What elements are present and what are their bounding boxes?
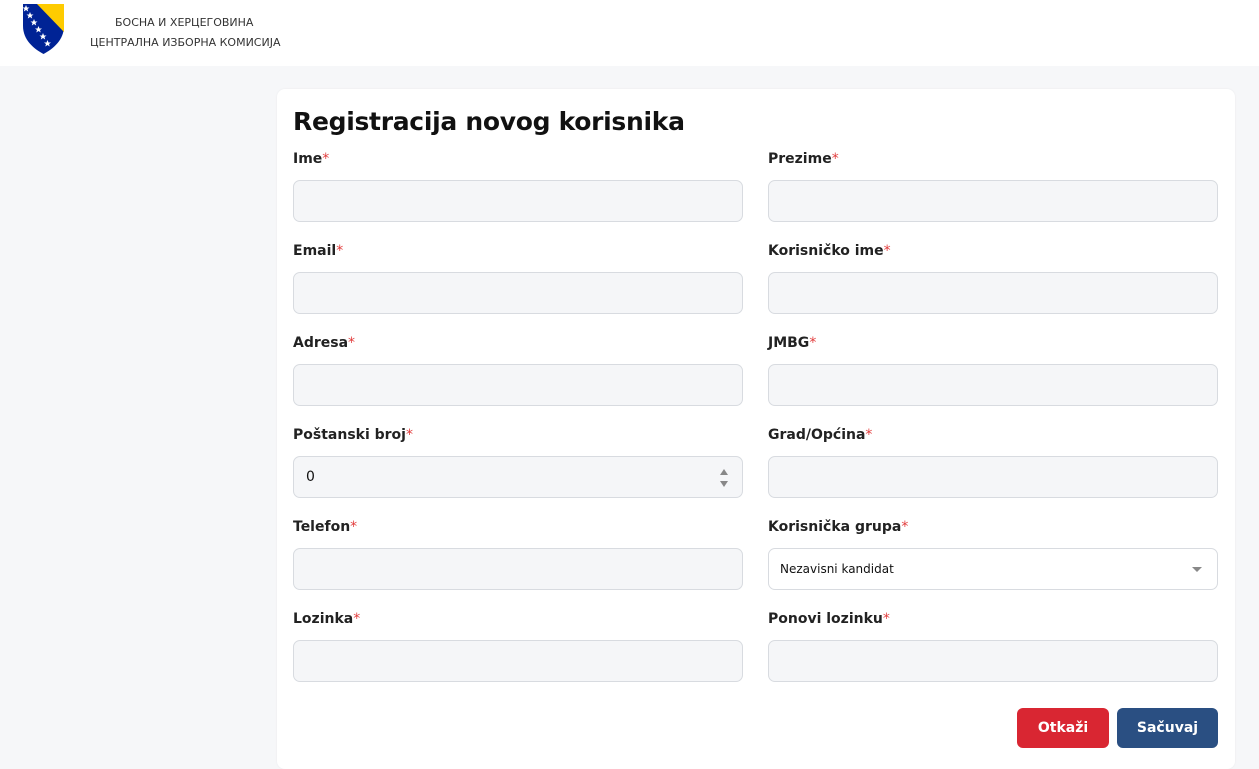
grad-opcina-field: Grad/Općina* bbox=[768, 427, 1218, 498]
postanski-broj-field: Poštanski broj* 0 bbox=[293, 427, 743, 498]
required-mark: * bbox=[883, 243, 891, 259]
postanski-broj-label: Poštanski broj* bbox=[293, 427, 413, 443]
required-mark: * bbox=[350, 519, 358, 535]
grad-opcina-label: Grad/Općina* bbox=[768, 427, 873, 443]
adresa-input[interactable] bbox=[293, 364, 743, 406]
number-spinner[interactable] bbox=[720, 469, 730, 487]
grad-opcina-input[interactable] bbox=[768, 456, 1218, 498]
required-mark: * bbox=[882, 611, 890, 627]
lozinka-label: Lozinka* bbox=[293, 611, 361, 627]
required-mark: * bbox=[831, 151, 839, 167]
korisnicka-grupa-field: Korisnička grupa* Nezavisni kandidat bbox=[768, 519, 1218, 590]
adresa-field: Adresa* bbox=[293, 335, 743, 406]
ponovi-lozinku-input[interactable] bbox=[768, 640, 1218, 682]
spinner-down-icon[interactable] bbox=[720, 481, 728, 487]
chevron-down-icon bbox=[1192, 567, 1202, 572]
korisnicka-grupa-value: Nezavisni kandidat bbox=[780, 562, 894, 576]
email-field: Email* bbox=[293, 243, 743, 314]
lozinka-field: Lozinka* bbox=[293, 611, 743, 682]
korisnicko-ime-input[interactable] bbox=[768, 272, 1218, 314]
korisnicko-ime-field: Korisničko ime* bbox=[768, 243, 1218, 314]
required-mark: * bbox=[353, 611, 361, 627]
required-mark: * bbox=[809, 335, 817, 351]
korisnicka-grupa-label: Korisnička grupa* bbox=[768, 519, 909, 535]
korisnicko-ime-label: Korisničko ime* bbox=[768, 243, 891, 259]
telefon-input[interactable] bbox=[293, 548, 743, 590]
ime-input[interactable] bbox=[293, 180, 743, 222]
required-mark: * bbox=[348, 335, 356, 351]
top-bar: БОСНА И ХЕРЦЕГОВИНА ЦЕНТРАЛНА ИЗБОРНА КО… bbox=[0, 0, 1259, 66]
save-button[interactable]: Sačuvaj bbox=[1117, 708, 1218, 748]
prezime-label: Prezime* bbox=[768, 151, 839, 167]
cancel-button[interactable]: Otkaži bbox=[1017, 708, 1109, 748]
ime-label: Ime* bbox=[293, 151, 330, 167]
page-title: Registracija novog korisnika bbox=[293, 107, 685, 136]
telefon-label: Telefon* bbox=[293, 519, 358, 535]
required-mark: * bbox=[865, 427, 873, 443]
prezime-field: Prezime* bbox=[768, 151, 1218, 222]
jmbg-input[interactable] bbox=[768, 364, 1218, 406]
prezime-input[interactable] bbox=[768, 180, 1218, 222]
postanski-broj-value: 0 bbox=[306, 469, 315, 485]
ponovi-lozinku-label: Ponovi lozinku* bbox=[768, 611, 890, 627]
spinner-up-icon[interactable] bbox=[720, 469, 728, 475]
lozinka-input[interactable] bbox=[293, 640, 743, 682]
jmbg-field: JMBG* bbox=[768, 335, 1218, 406]
required-mark: * bbox=[336, 243, 344, 259]
organization-name: БОСНА И ХЕРЦЕГОВИНА ЦЕНТРАЛНА ИЗБОРНА КО… bbox=[90, 13, 280, 53]
adresa-label: Adresa* bbox=[293, 335, 356, 351]
ponovi-lozinku-field: Ponovi lozinku* bbox=[768, 611, 1218, 682]
required-mark: * bbox=[322, 151, 330, 167]
telefon-field: Telefon* bbox=[293, 519, 743, 590]
korisnicka-grupa-select[interactable]: Nezavisni kandidat bbox=[768, 548, 1218, 590]
ime-field: Ime* bbox=[293, 151, 743, 222]
postanski-broj-input[interactable]: 0 bbox=[293, 456, 743, 498]
jmbg-label: JMBG* bbox=[768, 335, 817, 351]
commission-name: ЦЕНТРАЛНА ИЗБОРНА КОМИСИЈА bbox=[90, 36, 281, 49]
required-mark: * bbox=[405, 427, 413, 443]
bih-coat-of-arms-icon bbox=[22, 4, 64, 54]
email-input[interactable] bbox=[293, 272, 743, 314]
registration-card: Registracija novog korisnika Ime* Prezim… bbox=[277, 89, 1235, 769]
required-mark: * bbox=[901, 519, 909, 535]
country-name: БОСНА И ХЕРЦЕГОВИНА bbox=[115, 16, 254, 29]
email-label: Email* bbox=[293, 243, 344, 259]
